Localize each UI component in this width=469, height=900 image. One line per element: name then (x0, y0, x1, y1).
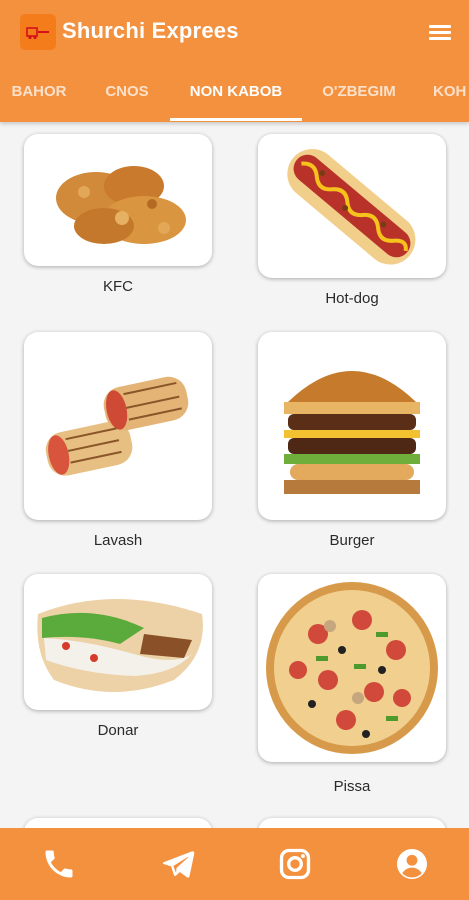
product-card[interactable] (258, 818, 446, 828)
app-title: Shurchi Exprees (62, 18, 239, 43)
product-grid: KFC Hot-dog Lavash Burger Donar Pissa (0, 122, 469, 828)
category-tabs: BAHOR CNOS NON KABOB O'ZBEGIM KOH (0, 66, 469, 122)
app-screen: Shurchi Exprees BAHOR CNOS NON KABOB O'Z… (0, 0, 469, 900)
hot-dog-icon (287, 148, 416, 265)
tab-bahor[interactable]: BAHOR (10, 66, 68, 122)
tab-cnos[interactable]: CNOS (104, 66, 150, 122)
product-card-hot-dog[interactable] (258, 134, 446, 278)
pizza-icon (266, 582, 438, 754)
tab-ozbegim[interactable]: O'ZBEGIM (320, 66, 398, 122)
product-name-lavash: Lavash (93, 532, 143, 549)
product-name-donar: Donar (97, 722, 139, 739)
app-logo-icon (20, 14, 56, 50)
product-card-lavash[interactable] (24, 332, 212, 520)
bottom-nav (0, 828, 469, 900)
tab-koh[interactable]: KOH (433, 66, 469, 122)
lavash-wrap-icon (45, 376, 189, 476)
product-name-burger: Burger (329, 532, 375, 549)
profile-icon[interactable] (394, 846, 430, 882)
product-card-donar[interactable] (24, 574, 212, 710)
instagram-icon[interactable] (277, 846, 313, 882)
product-name-pissa: Pissa (333, 778, 371, 795)
burger-icon (284, 371, 420, 494)
product-card-kfc[interactable] (24, 134, 212, 266)
product-card-pissa[interactable] (258, 574, 446, 762)
tab-non-kabob[interactable]: NON KABOB (170, 66, 302, 122)
product-name-kfc: KFC (103, 278, 133, 295)
telegram-icon[interactable] (160, 846, 196, 882)
product-card[interactable] (24, 818, 212, 828)
donar-pita-icon (37, 599, 203, 692)
app-bar: Shurchi Exprees BAHOR CNOS NON KABOB O'Z… (0, 0, 469, 122)
active-tab-indicator (170, 118, 302, 121)
phone-icon[interactable] (41, 846, 77, 882)
fried-chicken-icon (56, 166, 186, 244)
hamburger-menu-icon[interactable] (427, 20, 453, 44)
product-name-hot-dog: Hot-dog (325, 290, 379, 307)
product-card-burger[interactable] (258, 332, 446, 520)
